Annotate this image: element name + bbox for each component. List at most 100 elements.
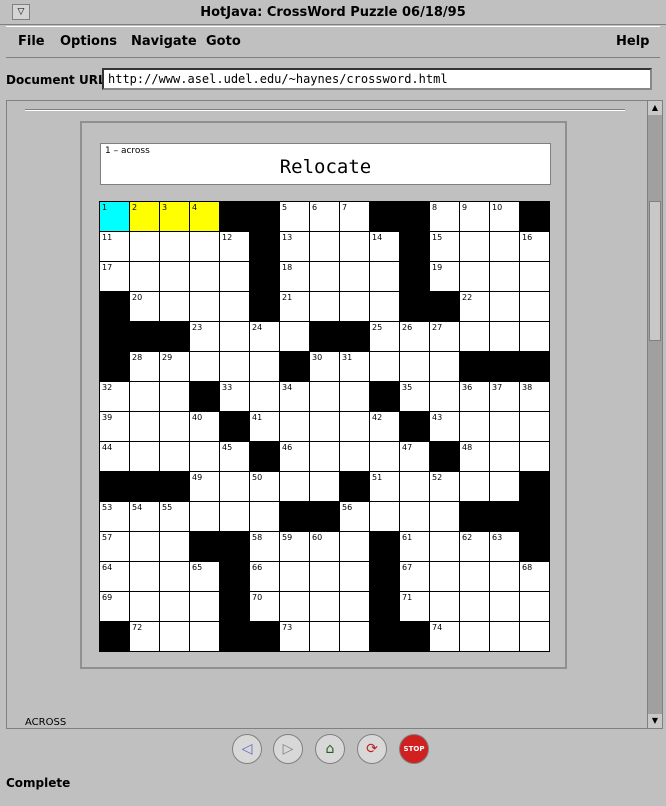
grid-cell[interactable] <box>399 501 430 532</box>
grid-cell[interactable]: 62 <box>459 531 490 562</box>
grid-cell[interactable]: 23 <box>189 321 220 352</box>
grid-cell[interactable]: 66 <box>249 561 280 592</box>
url-input[interactable]: http://www.asel.udel.edu/~haynes/crosswo… <box>102 68 652 90</box>
grid-cell[interactable] <box>309 471 340 502</box>
grid-cell[interactable]: 26 <box>399 321 430 352</box>
grid-cell[interactable]: 72 <box>129 621 160 652</box>
grid-cell[interactable] <box>369 441 400 472</box>
grid-cell[interactable]: 61 <box>399 531 430 562</box>
grid-cell[interactable]: 27 <box>429 321 460 352</box>
grid-cell[interactable]: 37 <box>489 381 520 412</box>
grid-cell[interactable] <box>159 291 190 322</box>
grid-cell[interactable]: 34 <box>279 381 310 412</box>
grid-cell[interactable]: 6 <box>309 201 340 232</box>
grid-cell[interactable] <box>519 621 550 652</box>
grid-cell[interactable]: 8 <box>429 201 460 232</box>
menu-help[interactable]: Help <box>616 34 649 49</box>
grid-cell[interactable] <box>489 471 520 502</box>
grid-cell[interactable]: 45 <box>219 441 250 472</box>
grid-cell[interactable] <box>129 531 160 562</box>
forward-button[interactable]: ▷ <box>273 734 303 764</box>
grid-cell[interactable] <box>189 291 220 322</box>
grid-cell[interactable]: 18 <box>279 261 310 292</box>
grid-cell[interactable] <box>189 621 220 652</box>
grid-cell[interactable]: 17 <box>99 261 130 292</box>
menu-goto[interactable]: Goto <box>206 34 241 49</box>
grid-cell[interactable]: 55 <box>159 501 190 532</box>
grid-cell[interactable] <box>159 531 190 562</box>
grid-cell[interactable] <box>489 621 520 652</box>
grid-cell[interactable]: 4 <box>189 201 220 232</box>
grid-cell[interactable] <box>489 591 520 622</box>
grid-cell[interactable] <box>339 441 370 472</box>
grid-cell[interactable] <box>129 261 160 292</box>
grid-cell[interactable]: 13 <box>279 231 310 262</box>
reload-button[interactable]: ⟳ <box>357 734 387 764</box>
scroll-thumb[interactable] <box>649 201 661 341</box>
grid-cell[interactable] <box>459 261 490 292</box>
grid-cell[interactable] <box>249 381 280 412</box>
grid-cell[interactable]: 32 <box>99 381 130 412</box>
grid-cell[interactable]: 58 <box>249 531 280 562</box>
grid-cell[interactable]: 12 <box>219 231 250 262</box>
grid-cell[interactable] <box>489 291 520 322</box>
grid-cell[interactable] <box>189 231 220 262</box>
stop-button[interactable]: STOP <box>399 734 429 764</box>
grid-cell[interactable]: 43 <box>429 411 460 442</box>
grid-cell[interactable] <box>309 411 340 442</box>
grid-cell[interactable]: 15 <box>429 231 460 262</box>
grid-cell[interactable] <box>159 591 190 622</box>
grid-cell[interactable] <box>429 381 460 412</box>
grid-cell[interactable] <box>189 261 220 292</box>
vertical-scrollbar[interactable]: ▲ ▼ <box>647 100 663 729</box>
grid-cell[interactable] <box>159 411 190 442</box>
grid-cell[interactable]: 31 <box>339 351 370 382</box>
grid-cell[interactable]: 65 <box>189 561 220 592</box>
grid-cell[interactable] <box>189 351 220 382</box>
grid-cell[interactable] <box>309 261 340 292</box>
grid-cell[interactable]: 73 <box>279 621 310 652</box>
grid-cell[interactable]: 50 <box>249 471 280 502</box>
grid-cell[interactable]: 71 <box>399 591 430 622</box>
grid-cell[interactable] <box>339 231 370 262</box>
grid-cell[interactable] <box>429 561 460 592</box>
grid-cell[interactable] <box>309 561 340 592</box>
grid-cell[interactable] <box>429 531 460 562</box>
grid-cell[interactable] <box>489 261 520 292</box>
grid-cell[interactable] <box>279 321 310 352</box>
grid-cell[interactable] <box>309 591 340 622</box>
grid-cell[interactable]: 48 <box>459 441 490 472</box>
grid-cell[interactable]: 33 <box>219 381 250 412</box>
grid-cell[interactable] <box>459 591 490 622</box>
grid-cell[interactable]: 63 <box>489 531 520 562</box>
grid-cell[interactable] <box>429 501 460 532</box>
grid-cell[interactable] <box>309 291 340 322</box>
grid-cell[interactable] <box>399 471 430 502</box>
grid-cell[interactable] <box>459 231 490 262</box>
grid-cell[interactable] <box>279 471 310 502</box>
grid-cell[interactable] <box>309 441 340 472</box>
grid-cell[interactable] <box>399 351 430 382</box>
grid-cell[interactable]: 2 <box>129 201 160 232</box>
grid-cell[interactable]: 20 <box>129 291 160 322</box>
grid-cell[interactable]: 69 <box>99 591 130 622</box>
home-button[interactable]: ⌂ <box>315 734 345 764</box>
grid-cell[interactable] <box>159 381 190 412</box>
grid-cell[interactable]: 28 <box>129 351 160 382</box>
grid-cell[interactable] <box>369 351 400 382</box>
grid-cell[interactable]: 25 <box>369 321 400 352</box>
grid-cell[interactable] <box>189 591 220 622</box>
grid-cell[interactable]: 35 <box>399 381 430 412</box>
grid-cell[interactable]: 40 <box>189 411 220 442</box>
grid-cell[interactable] <box>129 561 160 592</box>
grid-cell[interactable] <box>369 261 400 292</box>
grid-cell[interactable]: 3 <box>159 201 190 232</box>
grid-cell[interactable] <box>429 351 460 382</box>
grid-cell[interactable]: 30 <box>309 351 340 382</box>
grid-cell[interactable] <box>369 291 400 322</box>
grid-cell[interactable] <box>429 591 460 622</box>
grid-cell[interactable]: 47 <box>399 441 430 472</box>
back-button[interactable]: ◁ <box>232 734 262 764</box>
grid-cell[interactable]: 14 <box>369 231 400 262</box>
menu-navigate[interactable]: Navigate <box>131 34 197 49</box>
